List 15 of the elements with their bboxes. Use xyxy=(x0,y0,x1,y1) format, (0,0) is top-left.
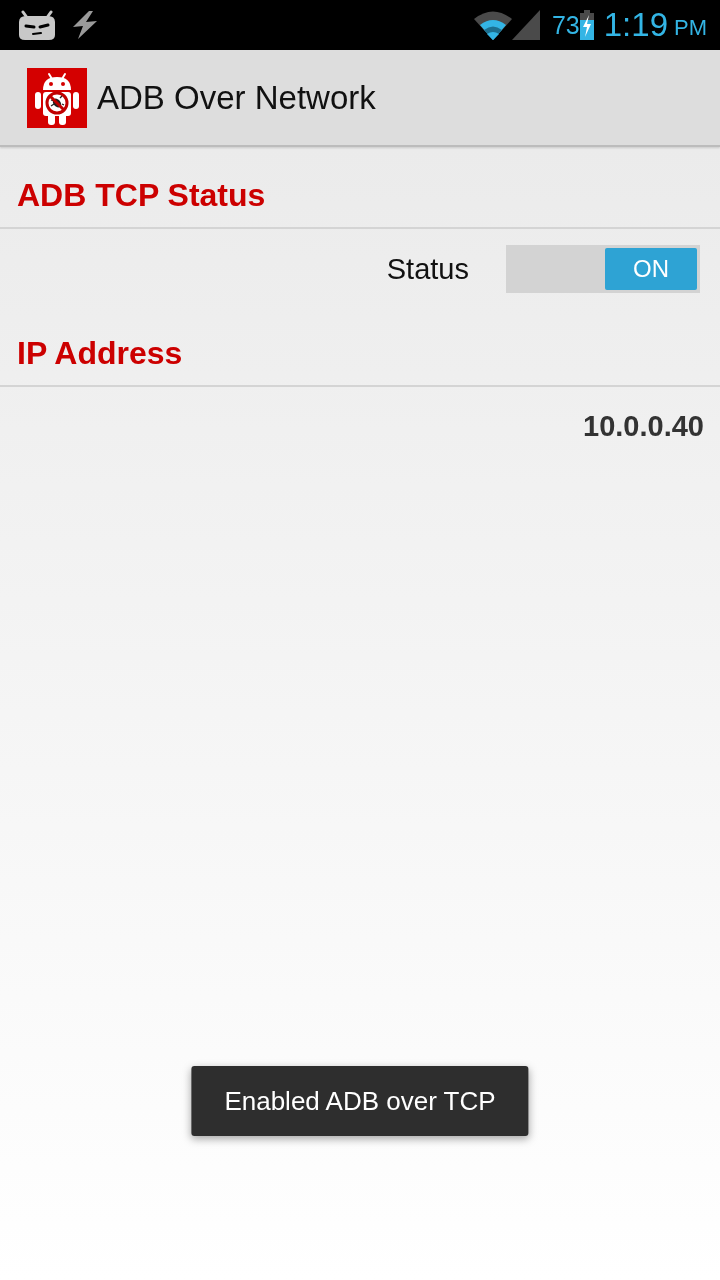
app-title: ADB Over Network xyxy=(97,78,376,117)
signal-icon xyxy=(511,10,540,40)
battery-icon xyxy=(579,10,594,40)
battery-percent: 73 xyxy=(551,10,580,40)
ip-address-value: 10.0.0.40 xyxy=(583,409,704,443)
app-icon xyxy=(27,67,87,128)
status-switch[interactable]: ON xyxy=(506,245,700,293)
robot-head-icon xyxy=(18,10,56,40)
wifi-icon xyxy=(473,10,512,40)
clock-am-pm: PM xyxy=(674,15,707,41)
section-header: IP Address xyxy=(17,335,183,372)
section-header: ADB TCP Status xyxy=(17,177,266,214)
toast-message: Enabled ADB over TCP xyxy=(191,1066,529,1136)
clock-time: 1:19 xyxy=(603,6,668,44)
status-label: Status xyxy=(386,252,469,286)
